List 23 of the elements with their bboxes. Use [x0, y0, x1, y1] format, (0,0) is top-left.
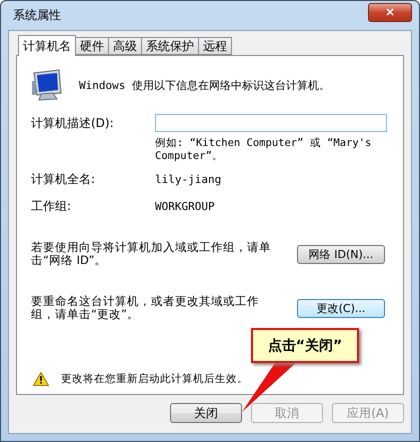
close-button[interactable]: ✕ — [368, 3, 412, 22]
tab[interactable]: 计算机名 — [18, 35, 76, 56]
field-label: 计算机全名: — [31, 171, 96, 188]
action-button[interactable]: 更改(C)... — [297, 298, 385, 318]
tab[interactable]: 远程 — [198, 37, 232, 55]
intro-text: Windows 使用以下信息在网络中标识这台计算机。 — [79, 78, 330, 92]
window-title: 系统属性 — [13, 7, 61, 24]
field-label: 工作组: — [31, 198, 72, 215]
description-input[interactable] — [155, 114, 387, 132]
tab[interactable]: 硬件 — [75, 37, 109, 55]
field-value: lily-jiang — [155, 173, 222, 186]
callout-note: 点击“关闭” — [251, 328, 359, 363]
example-hint: 例如: “Kitchen Computer” 或 “Mary's Computer”。 — [155, 137, 372, 163]
instruction-text: 若要使用向导将计算机加入域或工作组，请单击“网络 ID”。 — [31, 241, 272, 267]
instruction-text: 要重命名这台计算机，或者更改其域或工作组，请单击“更改”。 — [31, 295, 260, 321]
warning-icon — [33, 372, 49, 386]
field-label: 计算机描述(D): — [31, 114, 115, 132]
tab[interactable]: 高级 — [108, 37, 142, 55]
dialog-button[interactable]: 关闭 — [170, 403, 242, 423]
tab[interactable]: 系统保护 — [141, 37, 199, 55]
warning-text: 更改将在您重新启动此计算机后生效。 — [61, 372, 248, 386]
field-value: WORKGROUP — [155, 200, 216, 213]
action-button[interactable]: 网络 ID(N)... — [297, 244, 385, 264]
